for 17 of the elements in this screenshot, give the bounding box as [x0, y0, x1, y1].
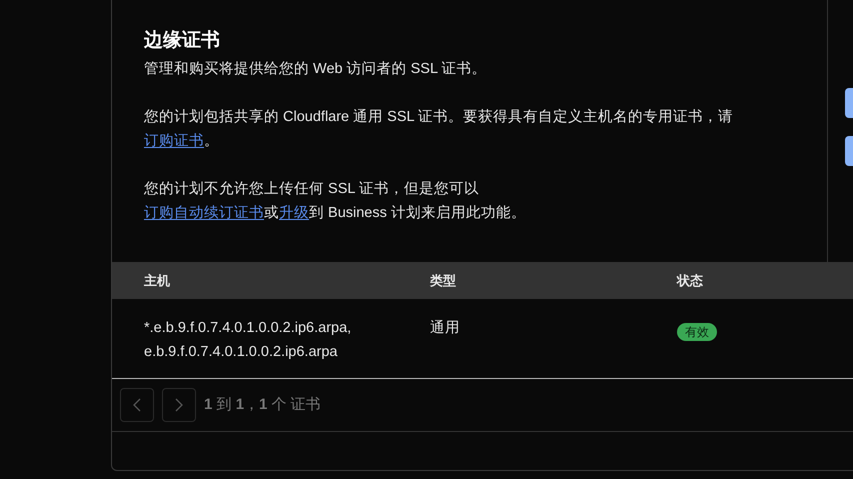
table-cell: 通用: [430, 320, 460, 336]
link[interactable]: 订购证书: [144, 133, 204, 149]
section-title: 边缘证书: [144, 29, 221, 53]
column-header: 主机: [144, 272, 170, 288]
paragraph: 您的计划不允许您上传任何 SSL 证书，但是您可以 订购自动续订证书或升级到 Business 计划来启用此功能。: [144, 180, 527, 223]
description: 管理和购买将提供给您的 Web 访问者的 SSL 证书。: [144, 60, 488, 79]
status-badge: 有效: [677, 323, 717, 341]
link[interactable]: 升级: [279, 205, 309, 221]
pagination-summary: 1 到 1，1 个 证书: [204, 394, 321, 415]
link[interactable]: 订购自动续订证书: [144, 205, 264, 221]
chevron-right-icon: [175, 398, 183, 412]
column-header: 类型: [430, 272, 456, 288]
paragraph: 您的计划包括共享的 Cloudflare 通用 SSL 证书。要获得具有自定义主机名的专用证书，请 订购证书。: [144, 108, 734, 151]
chevron-left-icon: [133, 398, 141, 412]
host-name: e.b.9.f.0.7.4.0.1.0.0.2.ip6.arpa: [144, 343, 338, 362]
column-header: 状态: [677, 272, 703, 288]
host-name: *.e.b.9.f.0.7.4.0.1.0.0.2.ip6.arpa,: [144, 319, 352, 338]
